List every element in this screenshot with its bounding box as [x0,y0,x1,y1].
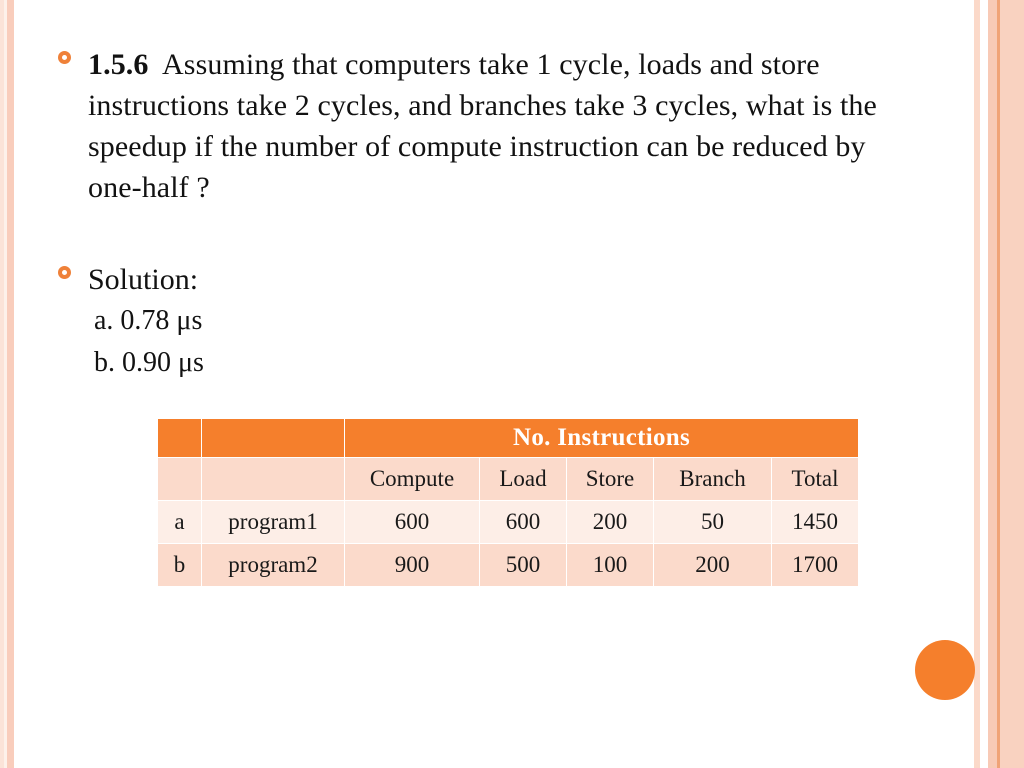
row-load: 500 [480,544,566,586]
slide-content: 1.5.6 Assuming that computers take 1 cyc… [0,0,960,768]
column-header-load: Load [480,458,566,500]
right-edge-stripe-5 [1000,0,1024,768]
group-header-spacer-1 [158,419,201,457]
solution-bullet: Solution: a. 0.78 μs b. 0.90 μs [58,259,888,384]
question-paragraph: 1.5.6 Assuming that computers take 1 cyc… [88,44,888,208]
group-header-spacer-2 [202,419,344,457]
question-number: 1.5.6 [88,48,149,81]
solution-item: Solution: [58,259,888,300]
row-compute: 900 [345,544,479,586]
row-store: 100 [567,544,653,586]
column-header-blank-1 [158,458,201,500]
answer-line-a: a. 0.78 μs [94,305,203,336]
right-edge-stripe-3 [988,0,997,768]
instructions-table: No. Instructions Compute Load Store Bran… [157,418,859,587]
ring-bullet-icon [58,266,71,280]
row-name: program1 [202,501,344,543]
column-header-store: Store [567,458,653,500]
table-row: b program2 900 500 100 200 1700 [158,544,858,586]
column-header-compute: Compute [345,458,479,500]
row-branch: 50 [654,501,771,543]
row-name: program2 [202,544,344,586]
row-index: a [158,501,201,543]
column-header-blank-2 [202,458,344,500]
row-total: 1700 [772,544,858,586]
table-row: a program1 600 600 200 50 1450 [158,501,858,543]
question-bullet: 1.5.6 Assuming that computers take 1 cyc… [58,44,888,208]
row-index: b [158,544,201,586]
column-header-branch: Branch [654,458,771,500]
group-header-label: No. Instructions [345,419,858,457]
row-compute: 600 [345,501,479,543]
row-store: 200 [567,501,653,543]
row-total: 1450 [772,501,858,543]
answer-line-b: b. 0.90 μs [94,347,204,378]
ring-bullet-icon [58,51,71,65]
question-text: Assuming that computers take 1 cycle, lo… [88,48,877,204]
row-branch: 200 [654,544,771,586]
table-group-header-row: No. Instructions [158,419,858,457]
table-column-header-row: Compute Load Store Branch Total [158,458,858,500]
question-item: 1.5.6 Assuming that computers take 1 cyc… [58,44,888,208]
column-header-total: Total [772,458,858,500]
solution-label: Solution: [88,263,199,296]
instructions-table-wrapper: No. Instructions Compute Load Store Bran… [157,418,858,587]
right-edge-stripe-2 [980,0,988,768]
row-load: 600 [480,501,566,543]
